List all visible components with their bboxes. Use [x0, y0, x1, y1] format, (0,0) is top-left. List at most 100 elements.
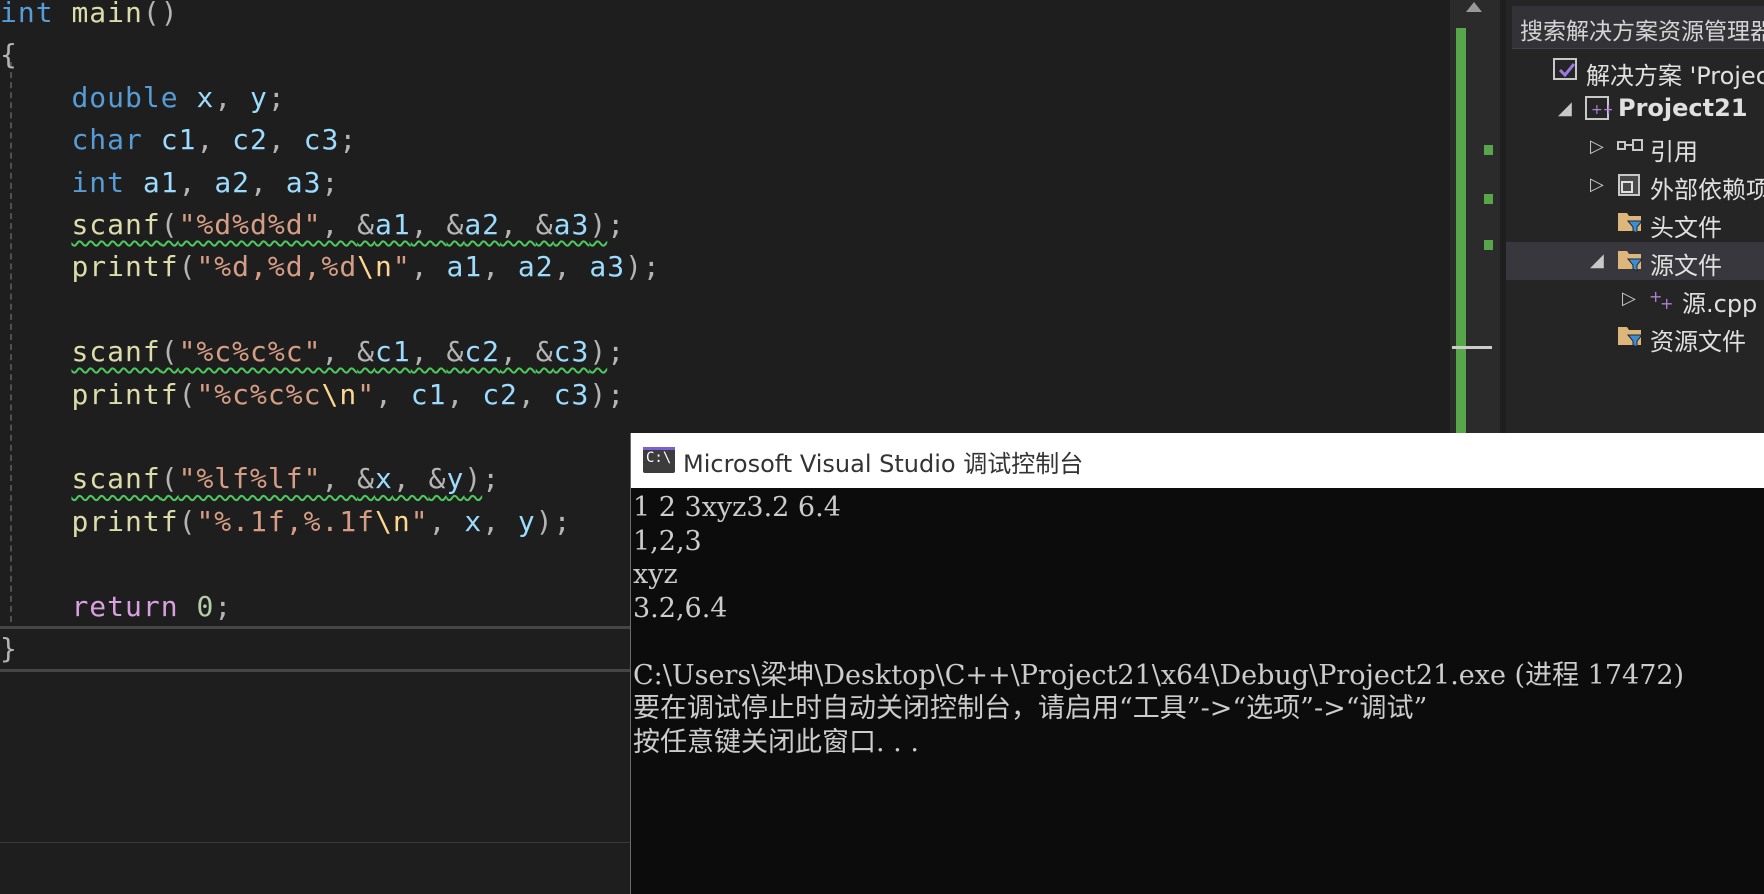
console-title: Microsoft Visual Studio 调试控制台 — [683, 450, 1084, 478]
code-line[interactable]: { — [0, 34, 18, 76]
editor-vertical-scrollbar[interactable] — [1450, 0, 1500, 433]
code-token: y — [446, 462, 465, 496]
filter-folder-icon — [1616, 322, 1644, 350]
code-token: ; — [607, 208, 626, 241]
tree-item[interactable]: ▷ + + 源.cpp — [1506, 280, 1764, 318]
console-line: xyz — [633, 559, 678, 590]
code-line[interactable]: printf("%d,%d,%d\n", a1, a2, a3); — [0, 246, 661, 288]
tree-item[interactable]: 头文件 — [1506, 204, 1764, 242]
code-token: ( — [178, 504, 197, 538]
svg-text:++: ++ — [1591, 102, 1612, 118]
code-token: ) — [589, 335, 608, 369]
code-token: " — [410, 504, 429, 538]
code-token: x — [196, 80, 215, 114]
expand-arrow-icon[interactable]: ▷ — [1590, 174, 1604, 195]
console-output[interactable]: 1 2 3xyz3.2 6.4 1,2,3 xyz 3.2,6.4 C:\Users\梁… — [631, 491, 1764, 891]
console-titlebar[interactable]: C:\ Microsoft Visual Studio 调试控制台 — [631, 433, 1764, 488]
code-token: a2 — [214, 165, 251, 199]
code-token: & — [357, 335, 376, 369]
code-token: scanf — [71, 208, 161, 241]
code-token: ( — [160, 462, 179, 496]
code-token: & — [535, 335, 554, 369]
code-token: , — [267, 123, 304, 157]
tree-item[interactable]: 解决方案 'Project21' — [1506, 52, 1764, 90]
code-token: ; — [482, 462, 501, 496]
code-line[interactable]: } — [0, 628, 18, 670]
code-token: c1 — [160, 123, 197, 157]
tree-item-label: 解决方案 'Project21' — [1586, 62, 1764, 90]
code-token: , — [392, 462, 429, 496]
tree-item-label: 引用 — [1650, 138, 1698, 166]
code-token: , — [517, 377, 554, 411]
code-token: & — [535, 208, 554, 241]
expand-arrow-icon[interactable]: ▷ — [1622, 288, 1636, 309]
code-token: & — [357, 462, 376, 496]
code-line[interactable]: return 0; — [0, 586, 232, 628]
code-token: "%c%c%c — [196, 377, 322, 411]
code-token: ); — [535, 504, 572, 538]
cpp-project-icon: ++ — [1584, 94, 1614, 122]
code-token: scanf — [71, 462, 161, 496]
scroll-up-arrow-icon[interactable] — [1466, 2, 1482, 12]
tree-item[interactable]: ▷ 引用 — [1506, 128, 1764, 166]
code-token: \n — [375, 504, 411, 538]
code-token: & — [357, 208, 376, 241]
editor-divider — [0, 842, 640, 843]
code-line[interactable]: scanf("%lf%lf", &x, &y); — [0, 458, 500, 500]
code-line[interactable]: char c1, c2, c3; — [0, 119, 357, 161]
code-token: 0 — [196, 589, 215, 623]
code-token: a1 — [375, 208, 411, 241]
tree-item[interactable]: 资源文件 — [1506, 318, 1764, 356]
code-token: printf — [71, 250, 179, 284]
code-line[interactable]: printf("%c%c%c\n", c1, c2, c3); — [0, 374, 625, 416]
code-token: x — [375, 462, 393, 496]
search-placeholder: 搜索解决方案资源管理器 — [1520, 19, 1764, 45]
code-token: } — [0, 632, 18, 665]
solution-explorer: 搜索解决方案资源管理器 解决方案 'Project21' ◢ ++ Project21… — [1500, 0, 1764, 433]
code-token: main — [71, 0, 143, 29]
code-token: "%d,%d,%d — [196, 250, 358, 284]
code-token: , — [321, 462, 358, 496]
code-token: , — [553, 250, 590, 284]
code-token: double — [71, 80, 179, 114]
tree-item[interactable]: ◢ 源文件 — [1506, 242, 1764, 280]
tree-item-label: 头文件 — [1650, 214, 1722, 242]
references-icon — [1616, 132, 1644, 160]
console-line: 按任意键关闭此窗口. . . — [633, 726, 919, 758]
collapse-arrow-icon[interactable]: ◢ — [1590, 250, 1604, 271]
code-token: x — [464, 504, 483, 538]
tree-item[interactable]: ▷ 外部依赖项 — [1506, 166, 1764, 204]
code-token: "%c%c%c" — [178, 335, 322, 369]
code-token: ( — [160, 335, 179, 369]
tree-item[interactable]: ◢ ++ Project21 — [1506, 90, 1764, 128]
debug-console-window[interactable]: C:\ Microsoft Visual Studio 调试控制台 1 2 3x… — [630, 433, 1764, 894]
solution-explorer-search[interactable]: 搜索解决方案资源管理器 — [1512, 6, 1764, 49]
svg-text:+: + — [1660, 294, 1673, 312]
code-token: a1 — [142, 165, 179, 199]
code-line[interactable]: scanf("%c%c%c", &c1, &c2, &c3); — [0, 331, 625, 373]
code-token: ); — [625, 250, 661, 284]
tree-item-label: 源文件 — [1650, 252, 1722, 280]
code-token: ; — [339, 123, 358, 157]
code-line[interactable]: double x, y; — [0, 77, 286, 119]
code-token: return — [71, 589, 179, 623]
collapse-arrow-icon[interactable]: ◢ — [1558, 98, 1572, 119]
scroll-marker — [1484, 240, 1493, 250]
expand-arrow-icon[interactable]: ▷ — [1590, 136, 1604, 157]
code-line[interactable]: scanf("%d%d%d", &a1, &a2, &a3); — [0, 204, 625, 246]
code-line[interactable]: int main() — [0, 0, 179, 34]
code-line[interactable]: printf("%.1f,%.1f\n", x, y); — [0, 501, 571, 543]
code-line[interactable]: int a1, a2, a3; — [0, 162, 339, 204]
code-token: , — [482, 250, 518, 284]
code-token: c2 — [464, 335, 501, 369]
console-line: 1,2,3 — [633, 525, 702, 557]
code-token: , — [446, 377, 483, 411]
